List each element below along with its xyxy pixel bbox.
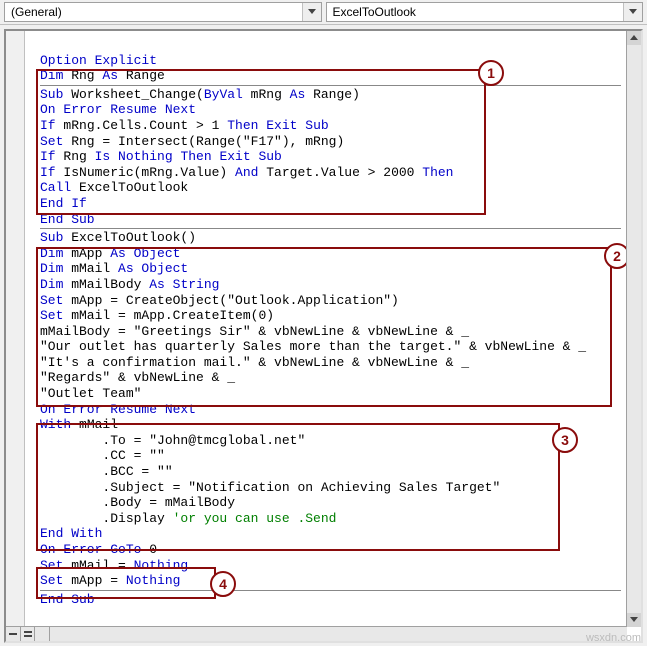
code-token: ExcelToOutlook	[71, 180, 188, 195]
code-token: "Our outlet has quarterly Sales more tha…	[40, 339, 586, 354]
code-token: Then	[422, 165, 453, 180]
code-token: "Outlet Team"	[40, 386, 141, 401]
code-token: If	[40, 165, 56, 180]
code-token: Dim	[40, 277, 63, 292]
object-dropdown-value: (General)	[11, 5, 62, 19]
code-token: Is Nothing Then Exit Sub	[95, 149, 282, 164]
code-token: Set	[40, 558, 63, 573]
code-token: .Body = mMailBody	[40, 495, 235, 510]
code-token: As	[102, 68, 118, 83]
code-token: mMail	[63, 261, 118, 276]
code-token: Set	[40, 573, 63, 588]
code-token: Then Exit Sub	[227, 118, 328, 133]
code-token: mMail =	[63, 558, 133, 573]
code-token: "Regards" & vbNewLine & _	[40, 370, 235, 385]
code-token: Nothing	[134, 558, 189, 573]
code-token: As Object	[118, 261, 188, 276]
procedure-separator	[40, 590, 621, 591]
procedure-dropdown-value: ExcelToOutlook	[333, 5, 416, 19]
code-token: As	[290, 87, 306, 102]
horizontal-scrollbar[interactable]	[50, 626, 627, 641]
code-token: mApp =	[63, 573, 125, 588]
code-token: 0	[141, 542, 157, 557]
code-token: Dim	[40, 68, 63, 83]
code-token: Dim	[40, 261, 63, 276]
scroll-down-icon[interactable]	[627, 613, 641, 627]
procedure-view-icon[interactable]	[6, 627, 21, 641]
code-token: mMailBody	[63, 277, 149, 292]
code-token: Call	[40, 180, 71, 195]
code-token: .CC = ""	[40, 448, 165, 463]
view-mode-buttons	[6, 626, 50, 641]
code-token: End If	[40, 196, 87, 211]
code-token: mMail	[71, 417, 118, 432]
code-token: On Error Resume Next	[40, 102, 196, 117]
code-token: End With	[40, 526, 102, 541]
chevron-down-icon[interactable]	[302, 3, 321, 21]
code-token: Range	[118, 68, 165, 83]
code-token: Option Explicit	[40, 53, 157, 68]
code-token: Rng	[56, 149, 95, 164]
code-token: Sub	[40, 87, 63, 102]
spacer	[35, 627, 50, 641]
procedure-separator	[40, 85, 621, 86]
chevron-down-icon[interactable]	[623, 3, 642, 21]
code-token: .Display	[40, 511, 173, 526]
code-token: .BCC = ""	[40, 464, 173, 479]
dropdown-toolbar: (General) ExcelToOutlook	[0, 0, 647, 25]
code-token: ByVal	[204, 87, 243, 102]
code-token: End Sub	[40, 212, 95, 227]
code-token: Rng	[63, 68, 102, 83]
code-token: Target.Value > 2000	[258, 165, 422, 180]
scroll-up-icon[interactable]	[627, 31, 641, 45]
code-token: If	[40, 118, 56, 133]
code-token: As String	[149, 277, 219, 292]
code-token: mMailBody = "Greetings Sir" & vbNewLine …	[40, 324, 469, 339]
code-token: Rng = Intersect(Range("F17"), mRng)	[63, 134, 344, 149]
full-module-view-icon[interactable]	[21, 627, 36, 641]
code-token: End Sub	[40, 592, 95, 607]
code-token: With	[40, 417, 71, 432]
procedure-separator	[40, 228, 621, 229]
code-token: IsNumeric(mRng.Value)	[56, 165, 235, 180]
code-token: As Object	[110, 246, 180, 261]
code-editor: Option Explicit Dim Rng As Range Sub Wor…	[4, 29, 643, 643]
code-token: .Subject = "Notification on Achieving Sa…	[40, 480, 500, 495]
code-token: Range)	[305, 87, 360, 102]
code-token: Set	[40, 308, 63, 323]
vertical-scrollbar[interactable]	[626, 31, 641, 627]
code-token: 'or you can use .Send	[173, 511, 337, 526]
procedure-dropdown[interactable]: ExcelToOutlook	[326, 2, 644, 22]
code-token: Worksheet_Change(	[63, 87, 203, 102]
code-surface[interactable]: Option Explicit Dim Rng As Range Sub Wor…	[6, 31, 627, 627]
code-token: And	[235, 165, 258, 180]
code-token: Nothing	[126, 573, 181, 588]
code-token: On Error GoTo	[40, 542, 141, 557]
watermark: wsxdn.com	[586, 632, 641, 644]
code-token: mRng.Cells.Count > 1	[56, 118, 228, 133]
code-token: mApp	[63, 246, 110, 261]
code-token: mRng	[243, 87, 290, 102]
object-dropdown[interactable]: (General)	[4, 2, 322, 22]
code-token: .To = "John@tmcglobal.net"	[40, 433, 305, 448]
code-token: Sub	[40, 230, 63, 245]
code-token: ExcelToOutlook()	[63, 230, 196, 245]
code-token: mApp = CreateObject("Outlook.Application…	[63, 293, 398, 308]
code-token: Set	[40, 293, 63, 308]
code-token: If	[40, 149, 56, 164]
code-token: Set	[40, 134, 63, 149]
code-token: Dim	[40, 246, 63, 261]
code-token: On Error Resume Next	[40, 402, 196, 417]
code-token: mMail = mApp.CreateItem(0)	[63, 308, 274, 323]
code-token: "It's a confirmation mail." & vbNewLine …	[40, 355, 469, 370]
